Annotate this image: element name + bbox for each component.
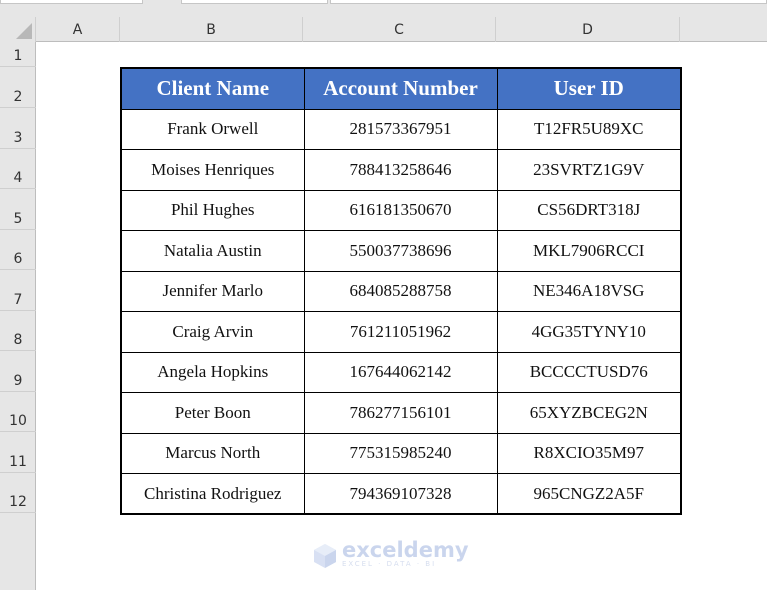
table-row: Angela Hopkins 167644062142 BCCCCTUSD76 (120, 351, 682, 393)
row-header-2[interactable]: 2 (0, 67, 36, 108)
cell-account-number[interactable]: 167644062142 (303, 351, 498, 393)
header-user-id[interactable]: User ID (496, 67, 682, 110)
cell-client-name[interactable]: Moises Henriques (120, 149, 305, 191)
exceldemy-logo-icon (312, 542, 338, 568)
row-header-1[interactable]: 1 (0, 42, 36, 67)
cell-account-number[interactable]: 684085288758 (303, 270, 498, 312)
cell-user-id[interactable]: R8XCIO35M97 (496, 432, 682, 474)
header-account-number[interactable]: Account Number (303, 67, 498, 110)
cell-account-number[interactable]: 794369107328 (303, 473, 498, 515)
watermark-brand: exceldemy (342, 538, 469, 562)
row-header-4[interactable]: 4 (0, 149, 36, 189)
exceldemy-watermark: exceldemy EXCEL · DATA · BI (312, 540, 469, 569)
cell-user-id[interactable]: 965CNGZ2A5F (496, 473, 682, 515)
cell-client-name[interactable]: Christina Rodriguez (120, 473, 305, 515)
cell-user-id[interactable]: 4GG35TYNY10 (496, 311, 682, 353)
cell-account-number[interactable]: 786277156101 (303, 392, 498, 434)
watermark-tagline: EXCEL · DATA · BI (342, 560, 437, 568)
cell-client-name[interactable]: Natalia Austin (120, 230, 305, 272)
select-all-button[interactable] (0, 17, 36, 42)
row-header-10[interactable]: 10 (0, 392, 36, 432)
cell-account-number[interactable]: 761211051962 (303, 311, 498, 353)
cell-account-number[interactable]: 616181350670 (303, 189, 498, 231)
row-header-9[interactable]: 9 (0, 351, 36, 392)
cell-account-number[interactable]: 550037738696 (303, 230, 498, 272)
row-header-11[interactable]: 11 (0, 432, 36, 473)
table-row: Moises Henriques 788413258646 23SVRTZ1G9… (120, 149, 682, 191)
cell-user-id[interactable]: 23SVRTZ1G9V (496, 149, 682, 191)
column-header-c[interactable]: C (303, 17, 496, 42)
row-header-6[interactable]: 6 (0, 230, 36, 270)
cell-account-number[interactable]: 788413258646 (303, 149, 498, 191)
column-header-b[interactable]: B (120, 17, 303, 42)
table-header-row: Client Name Account Number User ID (120, 67, 682, 110)
cell-user-id[interactable]: T12FR5U89XC (496, 108, 682, 150)
cell-client-name[interactable]: Craig Arvin (120, 311, 305, 353)
client-table: Client Name Account Number User ID Frank… (120, 67, 682, 515)
cell-client-name[interactable]: Peter Boon (120, 392, 305, 434)
select-all-triangle-icon (16, 23, 32, 39)
table-row: Natalia Austin 550037738696 MKL7906RCCI (120, 230, 682, 272)
table-row: Craig Arvin 761211051962 4GG35TYNY10 (120, 311, 682, 353)
cell-user-id[interactable]: MKL7906RCCI (496, 230, 682, 272)
cell-client-name[interactable]: Marcus North (120, 432, 305, 474)
table-row: Marcus North 775315985240 R8XCIO35M97 (120, 432, 682, 474)
cell-user-id[interactable]: 65XYZBCEG2N (496, 392, 682, 434)
column-header-e[interactable] (680, 17, 767, 42)
formula-bar-area (0, 0, 767, 17)
header-client-name[interactable]: Client Name (120, 67, 305, 110)
cell-user-id[interactable]: CS56DRT318J (496, 189, 682, 231)
cell-account-number[interactable]: 281573367951 (303, 108, 498, 150)
table-row: Frank Orwell 281573367951 T12FR5U89XC (120, 108, 682, 150)
name-box[interactable] (0, 0, 143, 4)
formula-controls[interactable] (181, 0, 328, 4)
column-header-d[interactable]: D (496, 17, 680, 42)
table-row: Phil Hughes 616181350670 CS56DRT318J (120, 189, 682, 231)
column-header-a[interactable]: A (36, 17, 120, 42)
cell-client-name[interactable]: Jennifer Marlo (120, 270, 305, 312)
row-header-7[interactable]: 7 (0, 270, 36, 311)
table-row: Peter Boon 786277156101 65XYZBCEG2N (120, 392, 682, 434)
cell-user-id[interactable]: NE346A18VSG (496, 270, 682, 312)
row-header-3[interactable]: 3 (0, 108, 36, 149)
table-row: Jennifer Marlo 684085288758 NE346A18VSG (120, 270, 682, 312)
cell-account-number[interactable]: 775315985240 (303, 432, 498, 474)
cell-client-name[interactable]: Frank Orwell (120, 108, 305, 150)
row-header-8[interactable]: 8 (0, 311, 36, 351)
row-header-5[interactable]: 5 (0, 189, 36, 230)
cell-user-id[interactable]: BCCCCTUSD76 (496, 351, 682, 393)
row-header-12[interactable]: 12 (0, 473, 36, 513)
cell-client-name[interactable]: Phil Hughes (120, 189, 305, 231)
table-row: Christina Rodriguez 794369107328 965CNGZ… (120, 473, 682, 515)
formula-input[interactable] (330, 0, 767, 4)
cell-client-name[interactable]: Angela Hopkins (120, 351, 305, 393)
